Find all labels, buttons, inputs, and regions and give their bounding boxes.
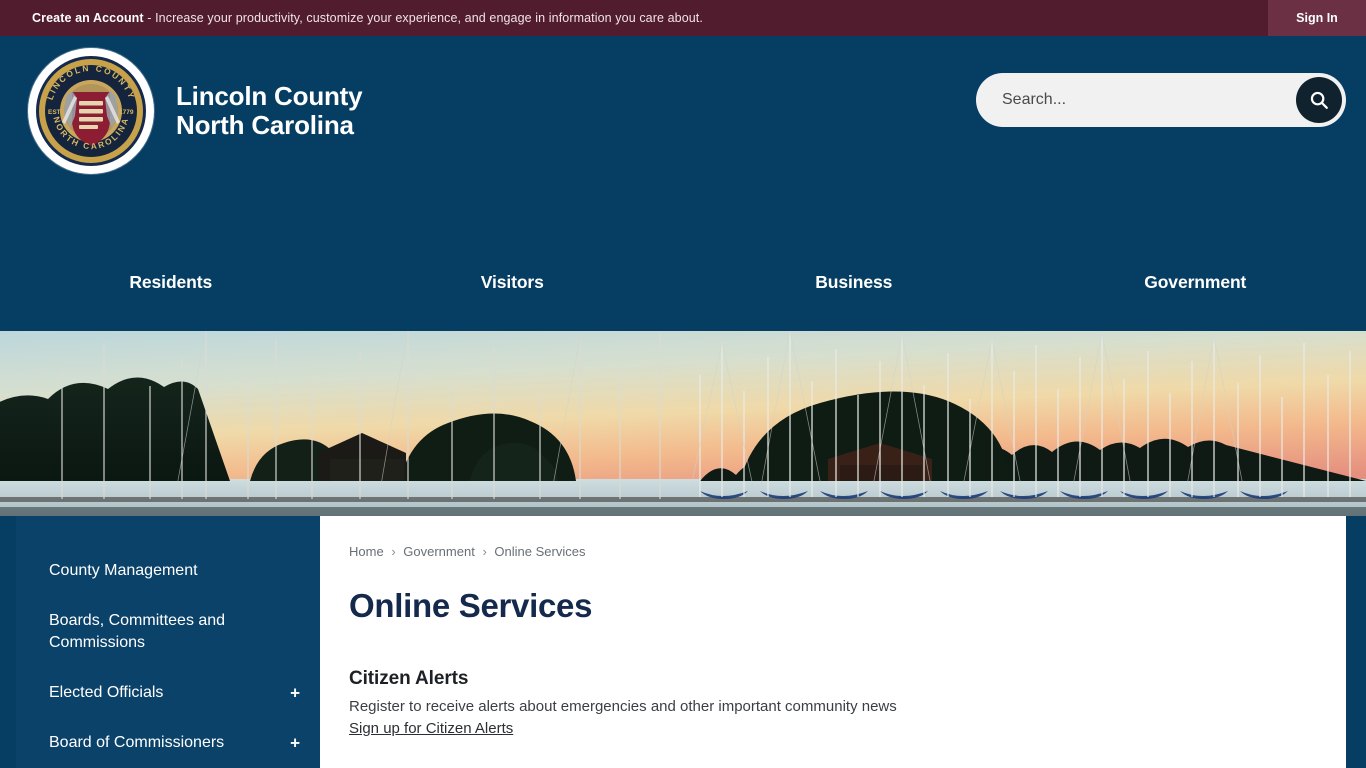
hero-banner-image	[0, 331, 1366, 516]
search-icon	[1310, 91, 1328, 109]
create-account-link[interactable]: Create an Account	[32, 11, 144, 25]
seal-year-text: 1779	[119, 109, 134, 116]
page-content-card: County Management Boards, Committees and…	[16, 516, 1346, 768]
account-promo-bar: Create an Account - Increase your produc…	[0, 0, 1366, 36]
sidebar-item-board-of-commissioners[interactable]: Board of Commissioners +	[16, 718, 320, 768]
sidebar-item-label: Boards, Committees and Commissions	[49, 612, 226, 652]
breadcrumb-item-home[interactable]: Home	[349, 544, 384, 559]
nav-item-residents[interactable]: Residents	[0, 272, 342, 293]
seal-est-text: EST	[48, 109, 61, 116]
sidebar-item-county-management[interactable]: County Management	[16, 546, 320, 596]
nav-item-visitors[interactable]: Visitors	[342, 272, 684, 293]
section-sidebar: County Management Boards, Committees and…	[16, 516, 320, 768]
sidebar-item-elected-officials[interactable]: Elected Officials +	[16, 668, 320, 718]
account-promo-text: Create an Account - Increase your produc…	[32, 11, 703, 25]
breadcrumb-separator: ›	[391, 544, 396, 559]
brand-line-2: North Carolina	[176, 110, 354, 140]
plus-expand-icon[interactable]: +	[290, 735, 300, 752]
main-content: Home › Government › Online Services Onli…	[320, 516, 1346, 768]
sign-in-button[interactable]: Sign In	[1268, 0, 1366, 36]
sidebar-item-boards-committees-commissions[interactable]: Boards, Committees and Commissions	[16, 596, 320, 668]
page-title: Online Services	[349, 587, 593, 624]
marina-sunset-graphic	[0, 331, 1366, 516]
nav-item-business[interactable]: Business	[683, 272, 1025, 293]
main-navigation: Residents Visitors Business Government	[0, 252, 1366, 312]
site-search	[976, 73, 1346, 127]
nav-item-government[interactable]: Government	[1025, 272, 1366, 293]
brand-line-1: Lincoln County	[176, 80, 363, 111]
breadcrumb-item-government[interactable]: Government	[403, 544, 475, 559]
site-title: Lincoln County North Carolina	[176, 80, 363, 141]
search-input[interactable]	[976, 91, 1296, 109]
site-header: LINCOLN COUNTY NORTH CAROLINA EST 1779 L…	[0, 36, 1366, 331]
breadcrumb-separator: ›	[482, 544, 487, 559]
county-seal-graphic: LINCOLN COUNTY NORTH CAROLINA EST 1779	[33, 53, 149, 169]
breadcrumb-item-current: Online Services	[494, 544, 586, 559]
section-heading: Citizen Alerts	[349, 668, 469, 689]
account-promo-rest: - Increase your productivity, customize …	[143, 11, 703, 25]
sidebar-item-label: County Management	[49, 562, 198, 579]
section-description: Register to receive alerts about emergen…	[349, 698, 897, 715]
site-brand[interactable]: LINCOLN COUNTY NORTH CAROLINA EST 1779 L…	[28, 48, 363, 174]
sidebar-item-label: Elected Officials	[49, 684, 164, 702]
search-button[interactable]	[1296, 77, 1342, 123]
section-citizen-alerts: Citizen Alerts Register to receive alert…	[349, 668, 1316, 738]
breadcrumb: Home › Government › Online Services	[349, 544, 1316, 559]
county-seal-logo[interactable]: LINCOLN COUNTY NORTH CAROLINA EST 1779	[28, 48, 154, 174]
plus-expand-icon[interactable]: +	[290, 685, 300, 702]
citizen-alerts-signup-link[interactable]: Sign up for Citizen Alerts	[349, 720, 513, 737]
sidebar-item-label: Board of Commissioners	[49, 734, 225, 752]
